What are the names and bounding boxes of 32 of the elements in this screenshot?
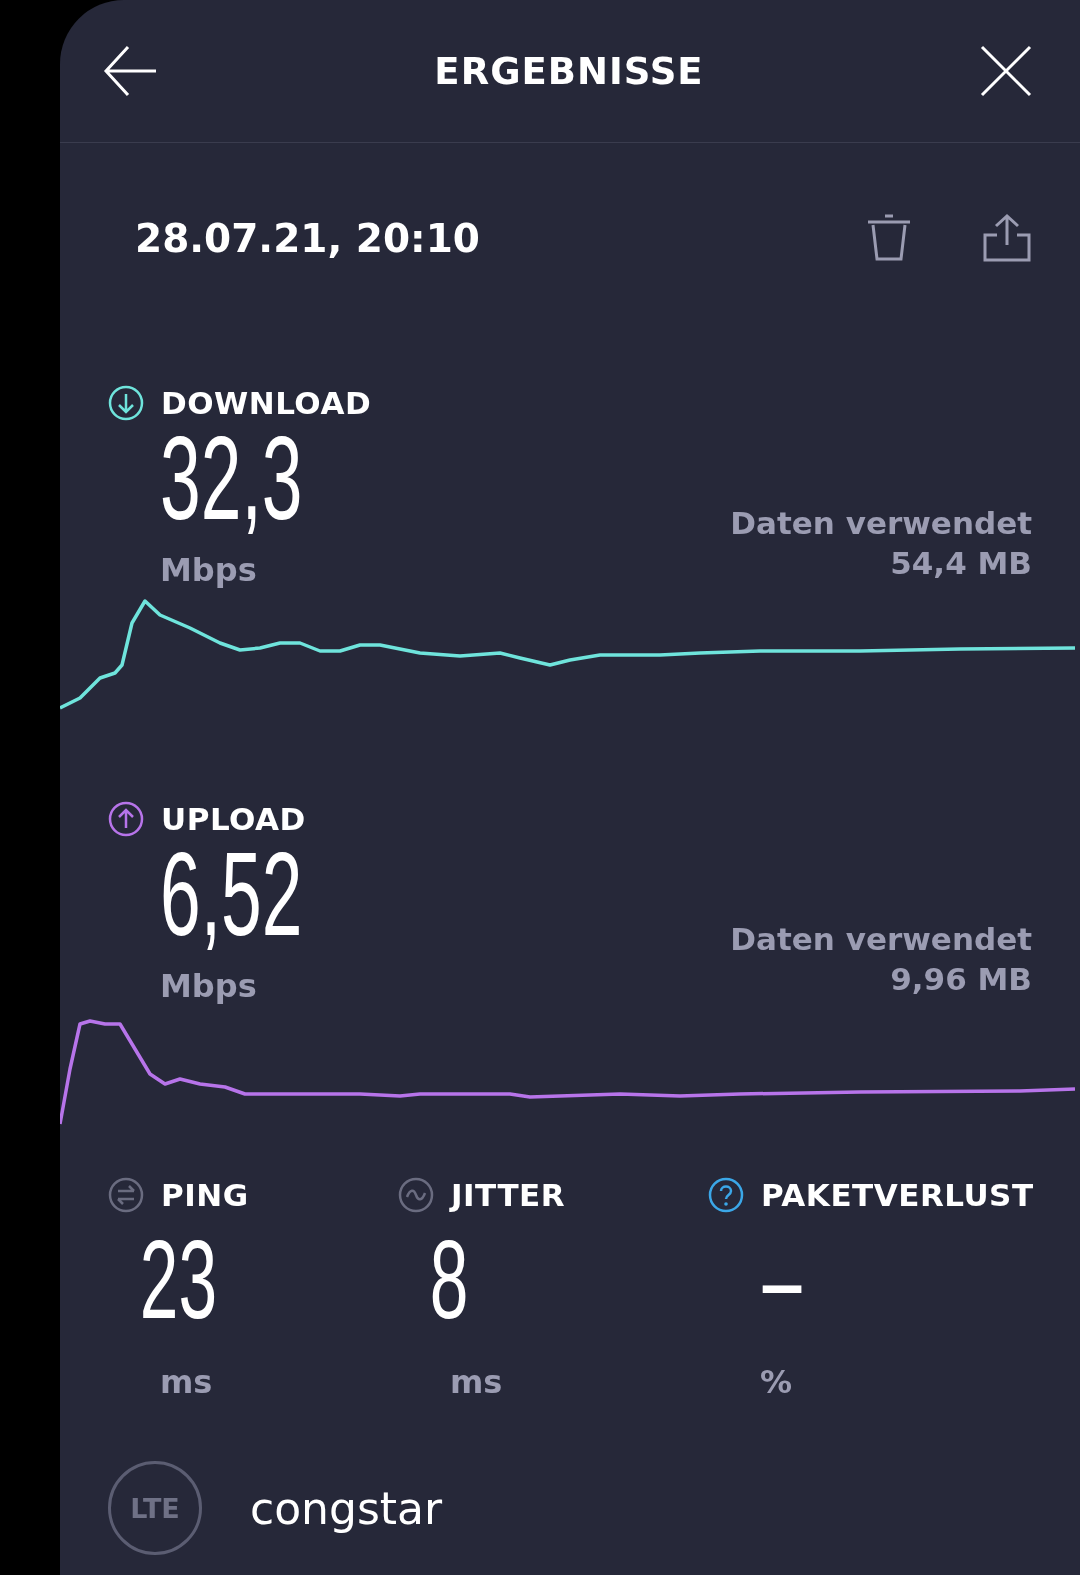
provider-name: congstar <box>250 1482 443 1534</box>
network-type-badge: LTE <box>108 1461 202 1555</box>
back-button[interactable] <box>102 43 158 99</box>
metric-label: PING <box>161 1177 249 1213</box>
test-timestamp: 28.07.21, 20:10 <box>135 215 481 261</box>
metric-value: 23 <box>138 1225 218 1335</box>
data-used-label: Daten verwendet <box>730 921 1032 957</box>
metric-unit: ms <box>450 1363 503 1401</box>
metric-value: 8 <box>428 1225 469 1335</box>
delete-button[interactable] <box>866 213 912 263</box>
screen-title: ERGEBNISSE <box>434 49 704 93</box>
close-button[interactable] <box>980 45 1032 97</box>
wave-icon <box>397 1176 435 1214</box>
download-icon <box>107 384 145 422</box>
speed-label: DOWNLOAD <box>161 385 372 421</box>
share-button[interactable] <box>982 213 1032 263</box>
speed-unit: Mbps <box>160 551 257 589</box>
metric-label: PAKETVERLUST <box>761 1177 1034 1213</box>
upload-icon <box>107 800 145 838</box>
speed-label: UPLOAD <box>161 801 306 837</box>
help-icon[interactable] <box>707 1176 745 1214</box>
speed-unit: Mbps <box>160 967 257 1005</box>
speed-value: 32,3 <box>160 423 303 533</box>
metric-label: JITTER <box>451 1177 566 1213</box>
metric-unit: % <box>760 1363 793 1401</box>
data-used-label: Daten verwendet <box>730 505 1032 541</box>
metric-value: – <box>761 1225 802 1335</box>
speed-value: 6,52 <box>160 839 303 949</box>
data-used-value: 54,4 MB <box>890 545 1032 581</box>
data-used-value: 9,96 MB <box>890 961 1032 997</box>
ping-icon <box>107 1176 145 1214</box>
metric-unit: ms <box>160 1363 213 1401</box>
